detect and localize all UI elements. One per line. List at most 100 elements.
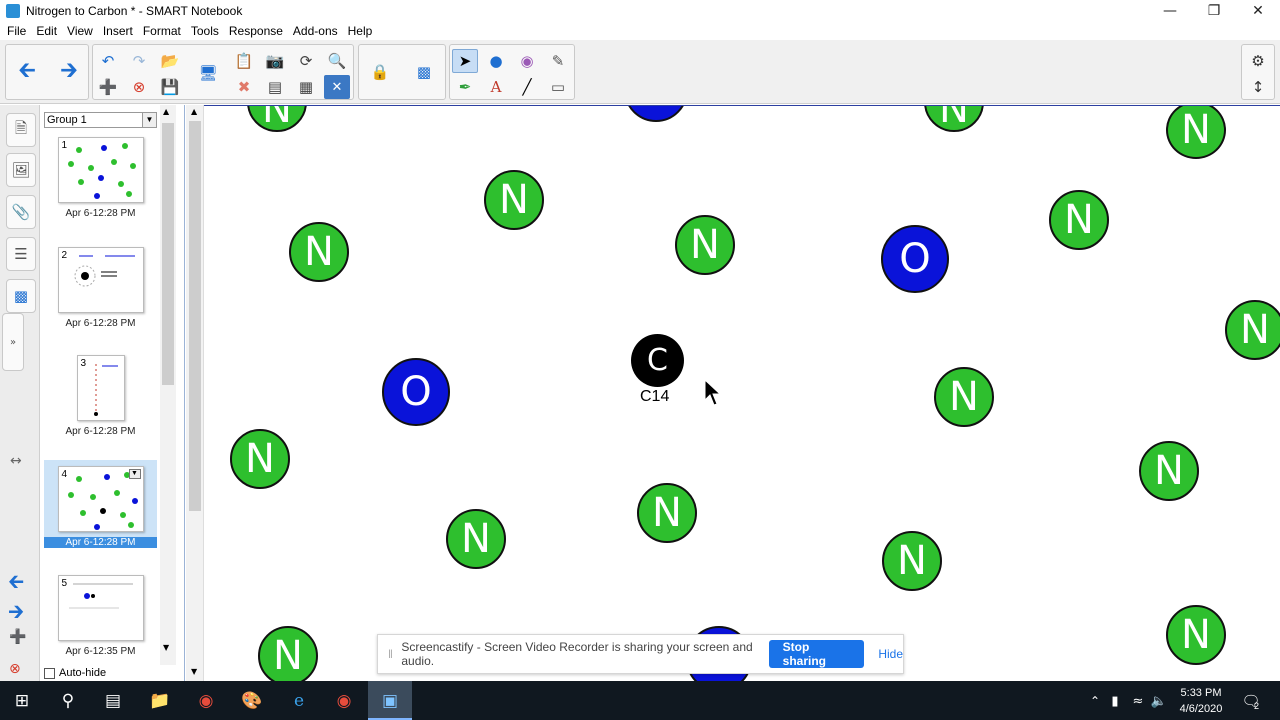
back-arrow-icon[interactable]: 🡰	[14, 58, 40, 84]
addons-icon[interactable]: ▩	[411, 60, 437, 84]
delete-icon[interactable]: ✖	[231, 75, 257, 99]
scroll-up-icon[interactable]: ▲	[191, 107, 197, 116]
paint-icon[interactable]: 🎨	[239, 688, 265, 714]
eraser-icon[interactable]: ▭	[545, 75, 571, 99]
sorter-scrollbar[interactable]: ▲ ▼	[160, 105, 176, 665]
pens-icon[interactable]: ✒	[452, 75, 478, 99]
autohide-checkbox[interactable]	[44, 667, 55, 679]
delete-page-icon[interactable]: ⊗	[126, 75, 152, 99]
gallery-icon[interactable]: 🖼	[6, 153, 36, 187]
page-sorter-icon[interactable]: 🗎	[6, 113, 36, 147]
group-select[interactable]: Group 1 ▼	[44, 112, 157, 128]
page-menu-icon[interactable]: ▼	[128, 469, 141, 479]
nitrogen-atom[interactable]: N	[1225, 300, 1280, 360]
nitrogen-atom[interactable]: N	[446, 509, 506, 569]
minimize-icon[interactable]: —	[1148, 0, 1192, 22]
delete-page-icon[interactable]: ⊗	[9, 661, 21, 677]
shapes-icon[interactable]: ●	[483, 49, 509, 73]
menu-format[interactable]: Format	[138, 24, 186, 38]
file-explorer-icon[interactable]: 📁	[147, 688, 173, 714]
chrome-icon[interactable]: ◉	[193, 688, 219, 714]
oxygen-atom[interactable]: O	[382, 358, 450, 426]
reset-icon[interactable]: ⟳	[293, 49, 319, 73]
menu-response[interactable]: Response	[224, 24, 288, 38]
nitrogen-atom[interactable]: N	[1166, 605, 1226, 665]
settings-icon[interactable]: ⚙	[1245, 49, 1271, 73]
nitrogen-atom[interactable]: N	[1139, 441, 1199, 501]
chrome-icon[interactable]: ◉	[331, 688, 357, 714]
table-icon[interactable]: ▦	[293, 75, 319, 99]
autohide-toggle[interactable]: Auto-hide	[44, 667, 106, 679]
menu-edit[interactable]: Edit	[31, 24, 62, 38]
menu-addons[interactable]: Add-ons	[288, 24, 343, 38]
nitrogen-atom[interactable]: N	[924, 106, 984, 132]
hide-button[interactable]: Hide	[878, 647, 903, 661]
addons-icon[interactable]: ▩	[6, 279, 36, 313]
nitrogen-atom[interactable]: N	[934, 367, 994, 427]
page-thumbnail-1[interactable]: 1 Apr 6-12:28 PM	[44, 137, 157, 219]
nitrogen-atom[interactable]: N	[882, 531, 942, 591]
page-thumbnail-3[interactable]: 3 Apr 6-12:28 PM	[44, 355, 157, 437]
menu-insert[interactable]: Insert	[98, 24, 138, 38]
scroll-down-icon[interactable]: ▼	[163, 643, 169, 652]
nitrogen-atom[interactable]: N	[1166, 106, 1226, 159]
restore-icon[interactable]: ❐	[1192, 0, 1236, 22]
canvas-scrollbar[interactable]: ▲ ▼	[186, 105, 204, 681]
close-icon[interactable]: ✕	[1236, 0, 1280, 22]
lock-icon[interactable]: 🔒	[367, 60, 393, 84]
system-clock[interactable]: 5:33 PM 4/6/2020	[1170, 685, 1232, 717]
page-thumbnail-2[interactable]: 2 Apr 6-12:28 PM	[44, 247, 157, 329]
forward-arrow-icon[interactable]: 🡲	[56, 58, 82, 84]
move-toolbar-icon[interactable]: ↕	[1245, 75, 1271, 99]
menu-view[interactable]: View	[62, 24, 98, 38]
attachments-icon[interactable]: 📎	[6, 195, 36, 229]
oxygen-atom[interactable]: O	[881, 225, 949, 293]
task-view-icon[interactable]: ▤	[100, 688, 126, 714]
magic-pen-icon[interactable]: ✎	[545, 49, 571, 73]
screen-shade-icon[interactable]: ▤	[262, 75, 288, 99]
text-icon[interactable]: A	[483, 75, 509, 99]
undo-icon[interactable]: ↶	[95, 49, 121, 73]
properties-icon[interactable]: ☰	[6, 237, 36, 271]
search-icon[interactable]: ⚲	[55, 688, 81, 714]
screenshot-icon[interactable]: 📷	[262, 49, 288, 73]
scroll-up-icon[interactable]: ▲	[163, 107, 169, 116]
page-thumbnail-4-selected[interactable]: 4 ▼ Apr 6-12:28 PM	[44, 460, 157, 548]
nitrogen-atom[interactable]: N	[258, 626, 318, 681]
menu-tools[interactable]: Tools	[186, 24, 224, 38]
save-icon[interactable]: 💾	[157, 75, 183, 99]
nitrogen-atom[interactable]: N	[1049, 190, 1109, 250]
scroll-down-icon[interactable]: ▼	[191, 667, 197, 676]
chevron-down-icon[interactable]: ▼	[142, 113, 156, 127]
next-page-icon[interactable]: 🡲	[8, 597, 24, 631]
oxygen-atom[interactable]	[624, 106, 688, 122]
close-icon[interactable]: ✕	[324, 75, 350, 99]
display-icon[interactable]: 🖥	[195, 61, 221, 85]
nitrogen-atom[interactable]: N	[675, 215, 735, 275]
menu-file[interactable]: File	[2, 24, 31, 38]
redo-icon[interactable]: ↷	[126, 49, 152, 73]
expand-panel-icon[interactable]: »	[2, 313, 24, 371]
notification-icon[interactable]: 🗨	[1238, 688, 1264, 714]
page-thumbnail-5[interactable]: 5 Apr 6-12:35 PM	[44, 575, 157, 657]
nitrogen-atom[interactable]: N	[247, 106, 307, 132]
add-page-icon[interactable]: ➕	[95, 75, 121, 99]
nitrogen-atom[interactable]: N	[289, 222, 349, 282]
stop-sharing-button[interactable]: Stop sharing	[768, 640, 865, 668]
menu-help[interactable]: Help	[343, 24, 378, 38]
search-icon[interactable]: 🔍	[324, 49, 350, 73]
windows-start-icon[interactable]: ⊞	[9, 688, 35, 714]
drag-handle-icon[interactable]: ‖	[388, 647, 395, 661]
whiteboard-canvas[interactable]: N N N N N N N O N C C14 O N N N N N N N …	[204, 105, 1280, 681]
add-page-icon[interactable]: ➕	[9, 629, 26, 645]
resize-panel-icon[interactable]: ↔	[10, 453, 22, 469]
fill-icon[interactable]: ◉	[514, 49, 540, 73]
smart-notebook-taskbar-button[interactable]: ▣	[368, 681, 412, 720]
open-icon[interactable]: 📂	[157, 49, 183, 73]
volume-icon[interactable]: 🔈	[1146, 688, 1172, 714]
nitrogen-atom[interactable]: N	[484, 170, 544, 230]
edge-icon[interactable]: e	[286, 688, 312, 714]
previous-page-icon[interactable]: 🡰	[8, 567, 24, 601]
canvas-scroll-thumb[interactable]	[189, 121, 201, 511]
sorter-scroll-thumb[interactable]	[162, 123, 174, 385]
